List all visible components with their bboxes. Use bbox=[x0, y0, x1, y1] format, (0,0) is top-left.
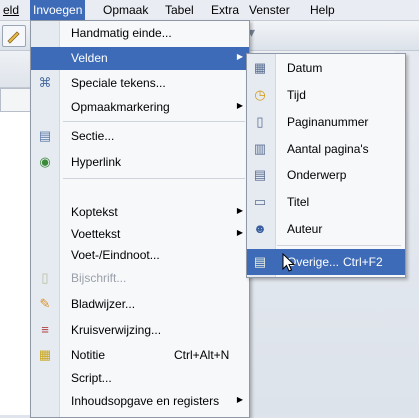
menu-item-label: Bladwijzer... bbox=[71, 297, 136, 311]
menu-item-footer[interactable]: Voettekst ▶ bbox=[31, 223, 249, 246]
menu-invoegen[interactable]: Invoegen bbox=[30, 0, 86, 20]
caption-icon: ▯ bbox=[41, 270, 49, 285]
pencil-icon bbox=[7, 31, 20, 44]
menu-item-special-characters[interactable]: ⌘ Speciale tekens... bbox=[31, 72, 249, 95]
menu-item-label: Voet-/Eindnoot... bbox=[71, 248, 160, 262]
menu-item-hyperlink[interactable]: ◉ Hyperlink bbox=[31, 151, 249, 174]
calendar-icon: ▦ bbox=[253, 60, 267, 75]
menu-item-label: Speciale tekens... bbox=[71, 76, 166, 90]
menu-item-formatting-mark[interactable]: Opmaakmarkering ▶ bbox=[31, 96, 249, 119]
menu-item-index[interactable]: Inhoudsopgave en registers ▶ bbox=[31, 390, 249, 413]
submenu-arrow-icon: ▶ bbox=[236, 101, 243, 110]
bookmark-icon: ✎ bbox=[39, 296, 51, 311]
insert-menu: Handmatig einde... Velden ▶ ⌘ Speciale t… bbox=[30, 20, 250, 418]
section-icon: ▤ bbox=[38, 128, 52, 143]
submenu-arrow-icon: ▶ bbox=[236, 206, 243, 215]
submenu-item-page-count[interactable]: ▥ Aantal pagina's bbox=[247, 136, 405, 162]
submenu-item-other[interactable]: ▤ Overige... Ctrl+F2 bbox=[247, 249, 405, 275]
submenu-item-page-number[interactable]: ▯ Paginanummer bbox=[247, 109, 405, 135]
menu-item-label: Hyperlink bbox=[71, 155, 122, 169]
menu-item-note[interactable]: ▦ Notitie Ctrl+Alt+N bbox=[31, 344, 249, 367]
menu-item-caption[interactable]: ▯ Bijschrift... bbox=[31, 267, 249, 290]
submenu-item-subject[interactable]: ▤ Onderwerp bbox=[247, 162, 405, 188]
menu-bar: eld Invoegen Opmaak Tabel Extra Venster … bbox=[0, 0, 419, 21]
fields-submenu: ▦ Datum ◷ Tijd ▯ Paginanummer ▥ Aantal p… bbox=[246, 53, 406, 278]
hyperlink-globe-icon: ◉ bbox=[39, 154, 51, 169]
menu-item-label: Paginanummer bbox=[287, 115, 369, 129]
menu-opmaak[interactable]: Opmaak bbox=[100, 0, 151, 20]
menu-item-label: Aantal pagina's bbox=[287, 142, 369, 156]
edit-toolbar-button[interactable] bbox=[2, 25, 26, 47]
submenu-arrow-icon: ▶ bbox=[236, 52, 243, 61]
subject-icon: ▤ bbox=[253, 167, 267, 182]
menu-item-shortcut: Ctrl+Alt+N bbox=[174, 348, 230, 362]
menu-tabel[interactable]: Tabel bbox=[162, 0, 197, 20]
cross-reference-icon: ≡ bbox=[41, 322, 49, 337]
page-count-icon: ▥ bbox=[253, 141, 267, 156]
mouse-cursor-icon bbox=[282, 253, 296, 272]
menu-item-label: Kruisverwijzing... bbox=[71, 323, 162, 337]
menu-item-label: Velden bbox=[71, 51, 108, 65]
menu-item-label: Koptekst bbox=[71, 205, 118, 219]
menu-item-header[interactable]: Koptekst ▶ bbox=[31, 201, 249, 224]
menu-item-label: Bijschrift... bbox=[71, 271, 127, 285]
menu-item-label: Tijd bbox=[287, 88, 306, 102]
submenu-item-date[interactable]: ▦ Datum bbox=[247, 55, 405, 81]
menu-item-label: Inhoudsopgave en registers bbox=[71, 394, 220, 408]
menu-item-label: Handmatig einde... bbox=[71, 26, 172, 40]
submenu-arrow-icon: ▶ bbox=[236, 395, 243, 404]
menu-separator bbox=[63, 178, 245, 179]
menu-item-section[interactable]: ▤ Sectie... bbox=[31, 125, 249, 148]
menu-item-label: Opmaakmarkering bbox=[71, 100, 170, 114]
author-icon: ☻ bbox=[253, 221, 267, 236]
menu-edit-partial[interactable]: eld bbox=[0, 0, 22, 20]
menu-venster[interactable]: Venster bbox=[246, 0, 293, 20]
menu-item-cross-reference[interactable]: ≡ Kruisverwijzing... bbox=[31, 319, 249, 342]
menu-item-label: Titel bbox=[287, 195, 310, 209]
submenu-item-author[interactable]: ☻ Auteur bbox=[247, 216, 405, 242]
menu-item-label: Datum bbox=[287, 61, 323, 75]
menu-item-script[interactable]: Script... bbox=[31, 367, 249, 390]
page-number-icon: ▯ bbox=[256, 114, 264, 129]
menu-item-manual-break[interactable]: Handmatig einde... bbox=[31, 22, 249, 45]
menu-item-label: Onderwerp bbox=[287, 168, 347, 182]
menu-item-fields[interactable]: Velden ▶ bbox=[31, 47, 249, 70]
submenu-item-time[interactable]: ◷ Tijd bbox=[247, 82, 405, 108]
menu-item-label: Voettekst bbox=[71, 227, 121, 241]
note-icon: ▦ bbox=[38, 347, 52, 362]
menu-item-label: Auteur bbox=[287, 222, 323, 236]
menu-extra[interactable]: Extra bbox=[208, 0, 242, 20]
title-icon: ▭ bbox=[253, 194, 267, 209]
menu-item-bookmark[interactable]: ✎ Bladwijzer... bbox=[31, 293, 249, 316]
menu-item-label: Sectie... bbox=[71, 129, 115, 143]
menu-item-shortcut: Ctrl+F2 bbox=[343, 255, 383, 269]
menu-separator bbox=[277, 245, 401, 246]
omega-icon: ⌘ bbox=[38, 75, 52, 90]
other-fields-icon: ▤ bbox=[253, 254, 267, 269]
menu-item-label: Script... bbox=[71, 371, 112, 385]
submenu-arrow-icon: ▶ bbox=[236, 228, 243, 237]
menu-help[interactable]: Help bbox=[307, 0, 338, 20]
menu-separator bbox=[63, 121, 245, 122]
menu-item-label: Notitie bbox=[71, 348, 106, 362]
menu-item-footnote[interactable]: Voet-/Eindnoot... bbox=[31, 244, 249, 267]
submenu-item-title[interactable]: ▭ Titel bbox=[247, 189, 405, 215]
clock-icon: ◷ bbox=[254, 87, 266, 102]
